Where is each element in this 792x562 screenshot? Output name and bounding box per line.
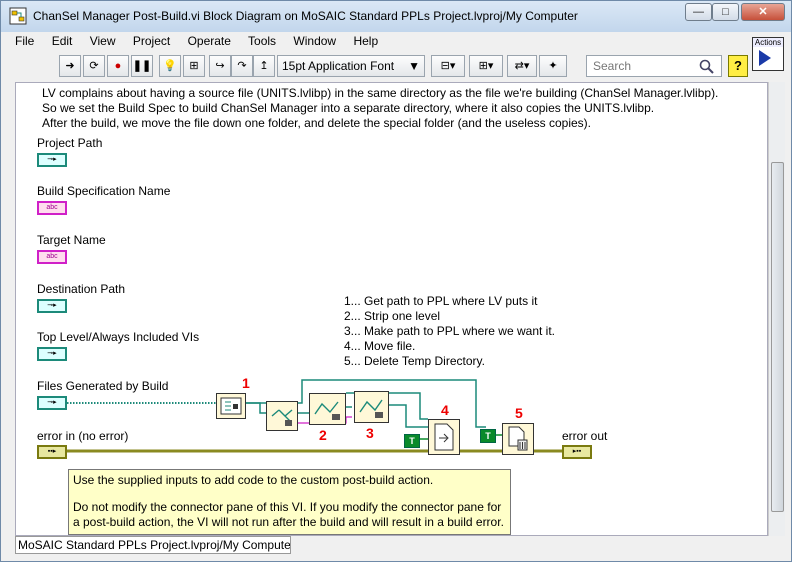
distribute-objects-icon[interactable]: ⊞▾ [469, 55, 503, 77]
note-line-3: a post-build action, the VI will not run… [73, 515, 504, 529]
project-context: MoSAIC Standard PPLs Project.lvproj/My C… [15, 536, 291, 554]
vertical-scrollbar[interactable] [768, 82, 785, 536]
strip-path-node[interactable] [266, 401, 298, 431]
step-number-3: 3 [366, 425, 374, 441]
maximize-button[interactable]: □ [712, 3, 739, 21]
search-input[interactable]: Search [586, 55, 722, 77]
step-number-4: 4 [441, 402, 449, 418]
trash-file-icon [508, 426, 528, 451]
note-line-1: Use the supplied inputs to add code to t… [73, 473, 434, 487]
close-button[interactable]: ✕ [741, 3, 785, 21]
step-number-2: 2 [319, 427, 327, 443]
menu-help[interactable]: Help [353, 34, 378, 48]
font-dropdown[interactable]: 15pt Application Font ▼ [277, 55, 425, 77]
true-constant[interactable]: T [480, 429, 496, 443]
vi-icon-label: Actions [753, 38, 783, 47]
build-path-node-b[interactable] [354, 391, 389, 423]
menu-tools[interactable]: Tools [248, 34, 276, 48]
connector-arrow-icon [759, 50, 771, 66]
build-path-icon [359, 399, 383, 418]
block-diagram-icon [9, 7, 27, 25]
menu-window[interactable]: Window [293, 34, 336, 48]
build-path-icon [314, 401, 340, 420]
abort-icon[interactable]: ● [107, 55, 129, 77]
block-diagram-canvas[interactable]: LV complains about having a source file … [15, 82, 768, 536]
highlight-execution-icon[interactable]: 💡 [159, 55, 181, 77]
step-into-icon[interactable]: ↪ [209, 55, 231, 77]
delete-directory-node[interactable] [502, 423, 534, 455]
true-constant[interactable]: T [404, 434, 420, 448]
move-file-node[interactable] [428, 419, 460, 455]
step-number-1: 1 [242, 375, 250, 391]
move-file-icon [434, 423, 454, 451]
font-dropdown-label: 15pt Application Font [282, 59, 395, 73]
run-arrow-icon[interactable]: ➜ [59, 55, 81, 77]
step-out-icon[interactable]: ↥ [253, 55, 275, 77]
menu-bar: File Edit View Project Operate Tools Win… [15, 34, 392, 52]
run-continuously-icon[interactable]: ⟳ [83, 55, 105, 77]
window-title: ChanSel Manager Post-Build.vi Block Diag… [33, 9, 578, 23]
menu-file[interactable]: File [15, 34, 34, 48]
search-placeholder: Search [593, 59, 632, 73]
index-array-icon [220, 397, 242, 415]
search-icon [699, 59, 714, 74]
vi-icon[interactable]: Actions [752, 37, 784, 71]
note-line-2: Do not modify the connector pane of this… [73, 500, 502, 514]
menu-view[interactable]: View [90, 34, 116, 48]
strip-path-icon [271, 409, 293, 426]
menu-edit[interactable]: Edit [52, 34, 73, 48]
minimize-button[interactable]: — [685, 3, 712, 21]
align-objects-icon[interactable]: ⊟▾ [431, 55, 465, 77]
reorder-icon[interactable]: ⇄▾ [507, 55, 537, 77]
help-button[interactable]: ? [728, 55, 748, 77]
step-number-5: 5 [515, 405, 523, 421]
step-over-icon[interactable]: ↷ [231, 55, 253, 77]
pause-icon[interactable]: ❚❚ [131, 55, 153, 77]
index-array-node[interactable] [216, 393, 246, 419]
menu-project[interactable]: Project [133, 34, 170, 48]
build-path-node-a[interactable] [309, 393, 346, 425]
instructions-note: Use the supplied inputs to add code to t… [68, 469, 511, 535]
status-bar: MoSAIC Standard PPLs Project.lvproj/My C… [15, 536, 785, 556]
labview-window: ChanSel Manager Post-Build.vi Block Diag… [0, 0, 792, 562]
cleanup-diagram-icon[interactable]: ✦ [539, 55, 567, 77]
menu-operate[interactable]: Operate [188, 34, 231, 48]
scrollbar-thumb[interactable] [771, 162, 784, 512]
chevron-down-icon: ▼ [408, 59, 420, 73]
toolbar: ➜ ⟳ ● ❚❚ 💡 ⊞ ↪ ↷ ↥ 15pt Application Font… [59, 55, 749, 79]
title-bar[interactable]: ChanSel Manager Post-Build.vi Block Diag… [1, 1, 791, 32]
retain-wire-values-icon[interactable]: ⊞ [183, 55, 205, 77]
